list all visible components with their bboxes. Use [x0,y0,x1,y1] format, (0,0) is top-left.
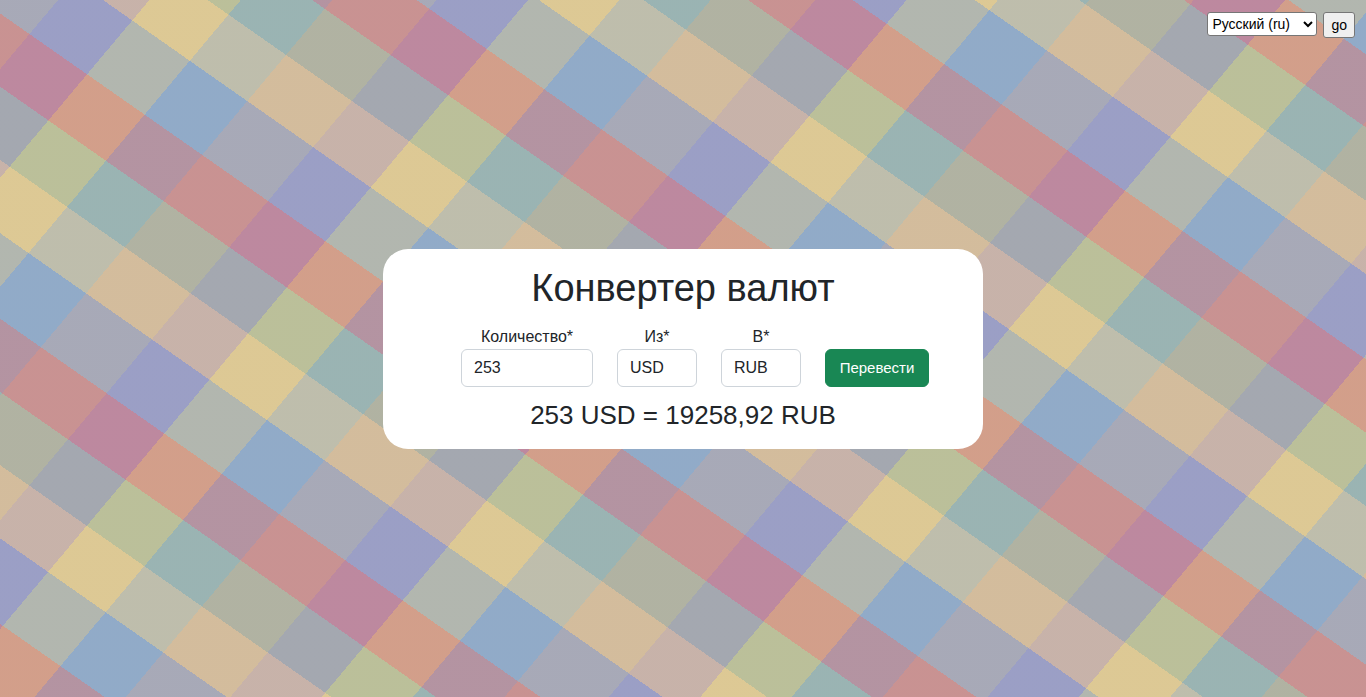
main: Конвертер валют Количество* Из* В* Перевести… [0,48,1366,697]
page: Русский (ru)go Конвертер валют Количество*… [0,0,1366,697]
converter-form: Количество* Из* В* Перевести [461,327,929,387]
field-input[interactable] [617,349,697,387]
top-bar: Русский (ru)go [0,0,1366,48]
converter-card: Конвертер валют Количество* Из* В* Перевести… [383,249,983,449]
field-label: В* [753,327,770,347]
go-button[interactable]: go [1323,12,1355,38]
converter-title: Конвертер валют [531,265,834,311]
form-field: Количество* [461,327,593,387]
form-field: Из* [617,327,697,387]
field-label: Количество* [481,327,573,347]
field-input[interactable] [721,349,801,387]
field-input[interactable] [461,349,593,387]
field-label: Из* [644,327,669,347]
convert-button[interactable]: Перевести [825,349,929,387]
form-field: В* [721,327,801,387]
conversion-result: 253 USD = 19258,92 RUB [530,399,836,431]
language-select[interactable]: Русский (ru) [1207,12,1317,36]
